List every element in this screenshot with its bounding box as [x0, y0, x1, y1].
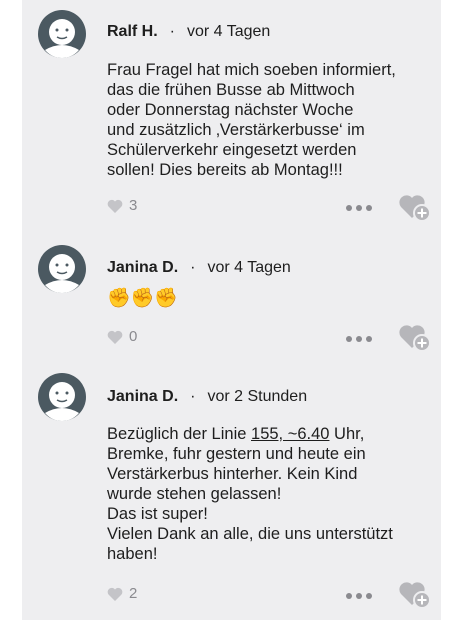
heart-plus-icon: [399, 325, 431, 352]
more-dots-icon: [346, 336, 372, 342]
author-name[interactable]: Ralf H.: [107, 23, 158, 40]
more-options-button[interactable]: [344, 331, 374, 349]
heart-icon: [107, 587, 123, 601]
comments-panel: Ralf H. · vor 4 Tagen Frau Fragel hat mich…: [22, 0, 441, 620]
like-count-value: 3: [129, 197, 138, 214]
react-button[interactable]: [398, 579, 432, 614]
comment-header: Janina D. · vor 2 Stunden: [107, 388, 307, 406]
react-button[interactable]: [398, 192, 432, 227]
heart-icon: [107, 199, 123, 213]
like-count[interactable]: 2: [107, 585, 137, 602]
more-options-button[interactable]: [344, 588, 374, 606]
comment-text-prefix: Bezüglich der Linie: [107, 425, 252, 443]
heart-icon: [107, 330, 123, 344]
route-link[interactable]: 155, ~6.40: [251, 425, 329, 443]
like-count[interactable]: 0: [107, 328, 137, 345]
avatar-icon[interactable]: [38, 245, 86, 293]
comment-text: ✊✊✊: [107, 288, 178, 309]
author-name[interactable]: Janina D.: [107, 259, 178, 276]
timestamp: vor 2 Stunden: [207, 388, 308, 405]
comment-text: Frau Fragel hat mich soeben informiert, …: [107, 61, 396, 179]
avatar-icon[interactable]: [38, 10, 86, 58]
like-count-value: 0: [129, 328, 138, 345]
more-dots-icon: [346, 593, 372, 599]
like-count[interactable]: 3: [107, 197, 137, 214]
separator-dot: ·: [169, 23, 175, 40]
separator-dot: ·: [190, 259, 196, 276]
comment-header: Janina D. · vor 4 Tagen: [107, 259, 291, 277]
heart-plus-icon: [399, 582, 431, 609]
avatar-icon[interactable]: [38, 373, 86, 421]
author-name[interactable]: Janina D.: [107, 388, 178, 405]
comment-text: Bezüglich der Linie 155, ~6.40 Uhr, Brem…: [107, 424, 437, 564]
timestamp: vor 4 Tagen: [187, 23, 271, 40]
more-options-button[interactable]: [344, 200, 374, 218]
comment-text-suffix: Uhr, Bremke, fuhr gestern und heute ein …: [107, 425, 393, 563]
timestamp: vor 4 Tagen: [207, 259, 291, 276]
react-button[interactable]: [398, 322, 432, 357]
more-dots-icon: [346, 205, 372, 211]
like-count-value: 2: [129, 585, 138, 602]
heart-plus-icon: [399, 195, 431, 222]
comment-header: Ralf H. · vor 4 Tagen: [107, 23, 270, 41]
separator-dot: ·: [190, 388, 196, 405]
